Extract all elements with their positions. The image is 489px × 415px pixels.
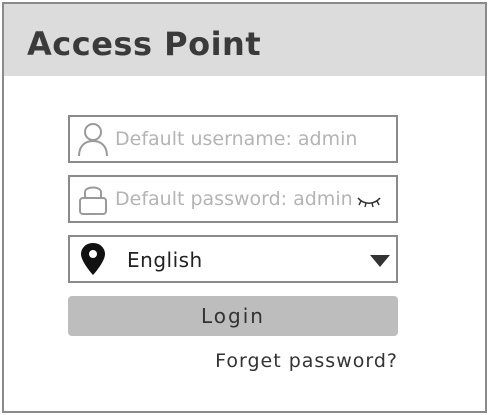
header-bar: Access Point xyxy=(4,4,485,76)
page-title: Access Point xyxy=(27,25,262,63)
password-placeholder: Default password: admin xyxy=(115,188,353,210)
username-placeholder: Default username: admin xyxy=(115,128,358,150)
user-icon xyxy=(76,121,110,157)
location-pin-icon xyxy=(76,241,110,277)
eye-closed-icon[interactable] xyxy=(356,193,382,209)
language-select[interactable]: English xyxy=(68,235,398,283)
caret-down-icon[interactable] xyxy=(370,255,390,267)
lock-icon xyxy=(76,181,110,217)
username-field[interactable]: Default username: admin xyxy=(68,115,398,163)
login-button[interactable]: Login xyxy=(68,296,398,336)
password-field[interactable]: Default password: admin xyxy=(68,175,398,223)
login-window: Access Point Default username: admin Def… xyxy=(2,2,487,413)
language-value: English xyxy=(127,248,203,272)
forget-password-link[interactable]: Forget password? xyxy=(215,350,398,372)
